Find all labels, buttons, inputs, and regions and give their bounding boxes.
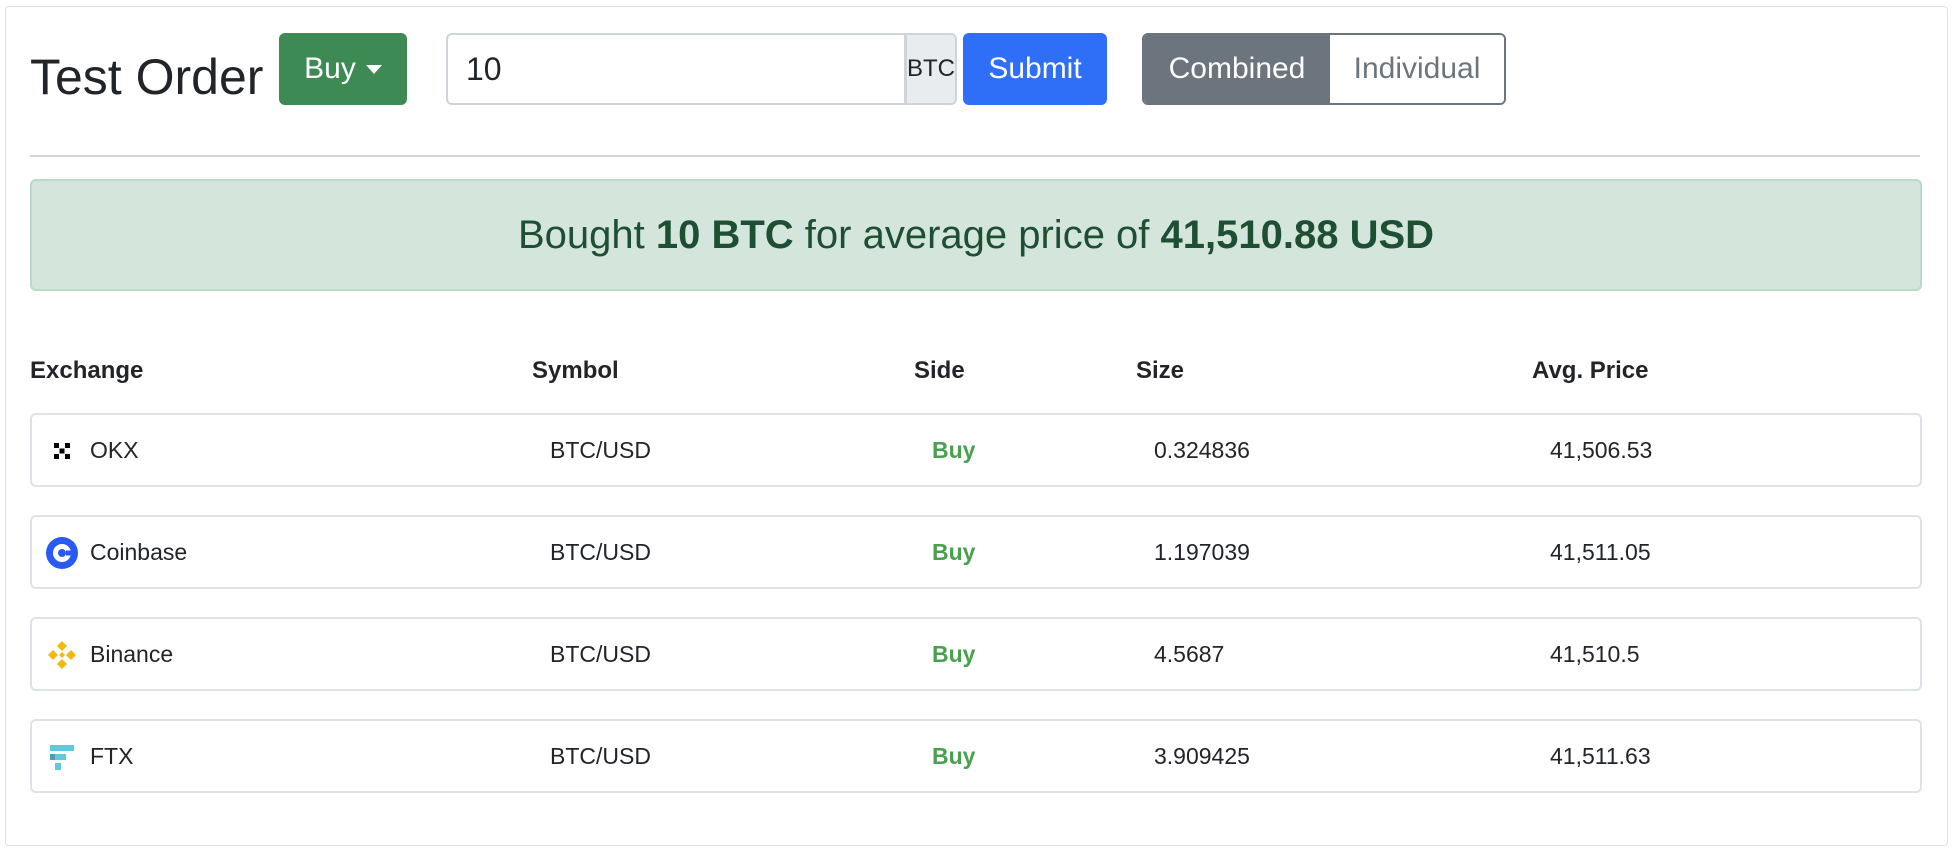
divider — [30, 155, 1920, 157]
cell-symbol: BTC/USD — [550, 437, 651, 463]
table-row: Coinbase BTC/USD Buy 1.197039 41,511.05 — [30, 515, 1922, 589]
cell-side: Buy — [932, 437, 976, 463]
cell-symbol: BTC/USD — [550, 743, 651, 769]
cell-side: Buy — [932, 539, 976, 565]
column-header-size: Size — [1136, 357, 1185, 384]
okx-icon — [54, 443, 70, 459]
cell-exchange: FTX — [90, 743, 134, 769]
cell-exchange: OKX — [90, 437, 139, 463]
result-amount: 10 BTC — [655, 212, 794, 257]
order-card: Test Order Buy BTC Submit Combined Indiv… — [5, 6, 1948, 846]
cell-symbol: BTC/USD — [550, 539, 651, 565]
chevron-down-icon — [365, 64, 382, 74]
page-title: Test Order — [30, 49, 264, 105]
cell-avg-price: 41,506.53 — [1550, 437, 1653, 463]
column-header-symbol: Symbol — [532, 357, 619, 384]
cell-avg-price: 41,510.5 — [1550, 641, 1640, 667]
cell-avg-price: 41,511.63 — [1550, 743, 1651, 769]
column-header-avg-price: Avg. Price — [1532, 357, 1649, 384]
cell-symbol: BTC/USD — [550, 641, 651, 667]
result-prefix: Bought — [517, 212, 645, 257]
column-header-side: Side — [914, 357, 965, 384]
quantity-unit-addon: BTC — [905, 33, 957, 105]
side-dropdown-button[interactable]: Buy — [279, 33, 407, 105]
cell-side: Buy — [932, 641, 976, 667]
side-dropdown-label: Buy — [304, 52, 356, 85]
submit-button[interactable]: Submit — [963, 33, 1107, 105]
cell-size: 0.324836 — [1154, 437, 1250, 463]
column-header-exchange: Exchange — [30, 357, 144, 384]
table-row: Binance BTC/USD Buy 4.5687 41,510.5 — [30, 617, 1922, 691]
quantity-input[interactable] — [446, 33, 905, 105]
cell-avg-price: 41,511.05 — [1550, 539, 1651, 565]
toggle-individual[interactable]: Individual — [1330, 35, 1504, 103]
cell-exchange: Coinbase — [90, 539, 188, 565]
cell-size: 3.909425 — [1154, 743, 1250, 769]
coinbase-icon — [46, 537, 78, 569]
cell-side: Buy — [932, 743, 976, 769]
cell-size: 1.197039 — [1154, 539, 1250, 565]
cell-size: 4.5687 — [1154, 641, 1225, 667]
view-toggle: Combined Individual — [1142, 33, 1506, 105]
cell-exchange: Binance — [90, 641, 174, 667]
table-header: Exchange Symbol Side Size Avg. Price — [30, 351, 1922, 391]
order-toolbar: Test Order Buy BTC Submit Combined Indiv… — [6, 7, 1947, 147]
table-row: FTX BTC/USD Buy 3.909425 41,511.63 — [30, 719, 1922, 793]
result-avg-price: 41,510.88 USD — [1160, 212, 1435, 257]
ftx-icon — [50, 745, 74, 770]
quantity-input-group: BTC — [446, 33, 957, 105]
table-row: OKX BTC/USD Buy 0.324836 41,506.53 — [30, 413, 1922, 487]
toggle-combined[interactable]: Combined — [1144, 35, 1330, 103]
result-middle: for average price of — [804, 212, 1150, 257]
binance-icon — [48, 641, 76, 669]
order-result-alert: Bought 10 BTC for average price of 41,51… — [30, 179, 1922, 291]
